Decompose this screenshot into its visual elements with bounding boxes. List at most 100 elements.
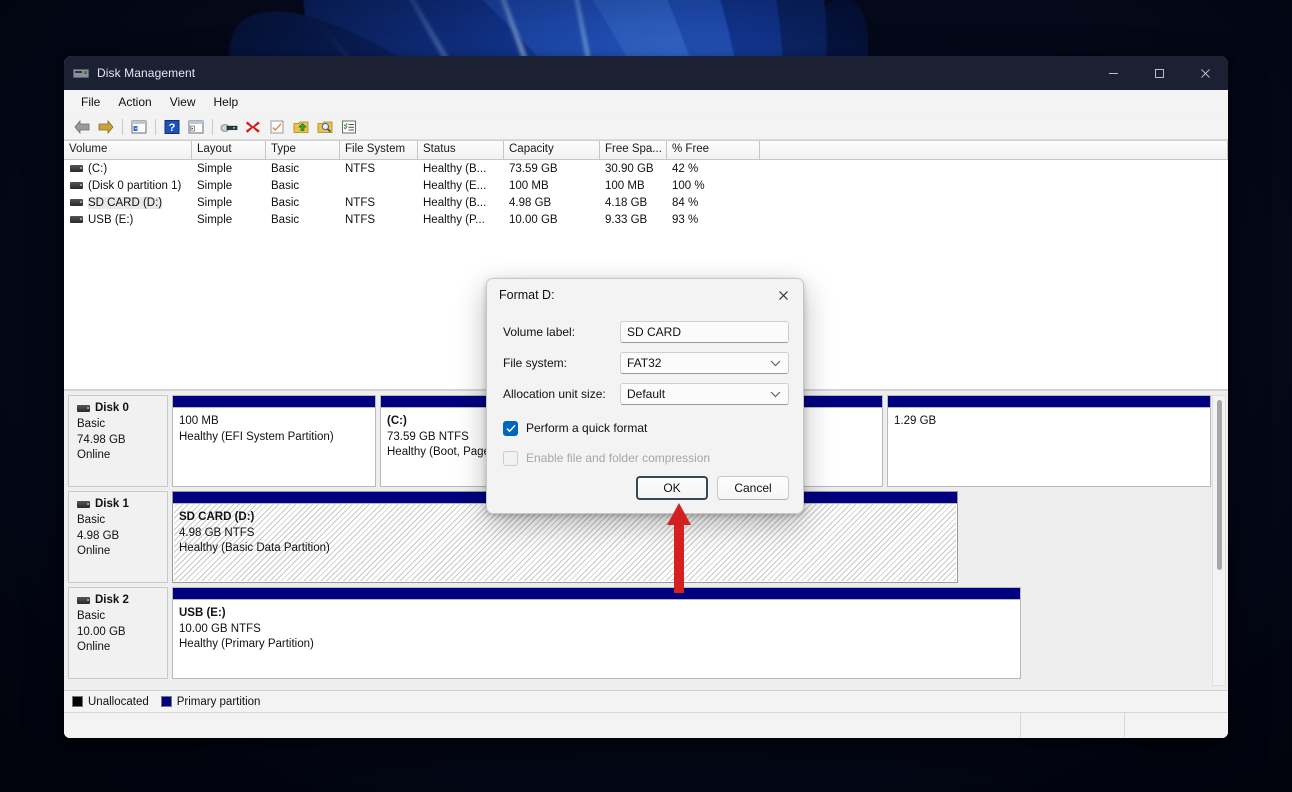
- delete-icon[interactable]: [241, 116, 265, 138]
- properties-icon[interactable]: [217, 116, 241, 138]
- close-icon[interactable]: [763, 279, 803, 311]
- disk-size: 4.98 GB: [77, 529, 120, 542]
- partition-block[interactable]: USB (E:) 10.00 GB NTFS Healthy (Primary Pa…: [172, 587, 1021, 679]
- chevron-down-icon[interactable]: [770, 354, 781, 372]
- disk-info[interactable]: Disk 0 Basic 74.98 GB Online: [68, 395, 168, 487]
- disk-name-label: Disk 1: [95, 498, 129, 510]
- ok-button[interactable]: OK: [636, 476, 708, 500]
- partition-block[interactable]: 100 MB Healthy (EFI System Partition): [172, 395, 376, 487]
- show-hide-console-tree-icon[interactable]: [127, 116, 151, 138]
- cell-status: Healthy (B...: [423, 196, 487, 209]
- disk-row: Disk 2 Basic 10.00 GB Online USB (E:) 10.00 G…: [68, 587, 1228, 679]
- window-controls: [1090, 56, 1228, 90]
- partition-label: USB (E:): [179, 607, 226, 619]
- enable-compression-checkbox: Enable file and folder compression: [503, 447, 789, 469]
- partition-size: 10.00 GB NTFS: [179, 622, 261, 635]
- maximize-icon[interactable]: [1136, 56, 1182, 90]
- scrollbar-thumb[interactable]: [1217, 400, 1222, 570]
- partition-text: SD CARD (D:) 4.98 GB NTFS Healthy (Basic D…: [173, 504, 957, 582]
- file-system-select[interactable]: FAT32: [620, 352, 789, 374]
- volume-column-header[interactable]: Layout: [192, 141, 266, 159]
- cancel-button[interactable]: Cancel: [717, 476, 789, 500]
- volume-label: USB (E:): [88, 213, 134, 226]
- legend-swatch: [72, 696, 83, 707]
- dialog-field-row: Allocation unit size: Default: [503, 379, 789, 409]
- volume-label-field[interactable]: SD CARD: [620, 321, 789, 343]
- volume-cell: USB (E:): [64, 214, 192, 226]
- partition-block[interactable]: 1.29 GB: [887, 395, 1211, 487]
- window-titlebar: Disk Management: [64, 56, 1228, 90]
- cell-type: Basic: [271, 213, 300, 226]
- close-icon[interactable]: [1182, 56, 1228, 90]
- show-hide-action-pane-icon[interactable]: [184, 116, 208, 138]
- help-icon[interactable]: ?: [160, 116, 184, 138]
- volume-column-header[interactable]: Volume: [64, 141, 192, 159]
- partition-text: 1.29 GB: [888, 408, 1210, 486]
- disk-type: Basic: [77, 610, 106, 622]
- back-icon[interactable]: [70, 116, 94, 138]
- table-row[interactable]: (Disk 0 partition 1) Simple Basic Healthy (…: [64, 177, 1228, 194]
- disk-type: Basic: [77, 514, 106, 526]
- cell-layout: Simple: [197, 196, 233, 209]
- volume-column-header[interactable]: % Free: [667, 141, 760, 159]
- list-view-icon[interactable]: [337, 116, 361, 138]
- status-bar: [64, 712, 1228, 738]
- legend-item: Primary partition: [160, 695, 261, 708]
- volume-column-header[interactable]: Free Spa...: [600, 141, 667, 159]
- disk-icon: [77, 500, 90, 508]
- field-value: FAT32: [627, 356, 662, 370]
- volume-column-header[interactable]: Capacity: [504, 141, 600, 159]
- field-label: File system:: [503, 356, 568, 370]
- cell-filesystem: NTFS: [345, 196, 376, 209]
- partition-status: Healthy (EFI System Partition): [179, 430, 334, 443]
- table-row[interactable]: SD CARD (D:) Simple Basic NTFS Healthy (B...…: [64, 194, 1228, 211]
- checkbox-label: Perform a quick format: [526, 421, 648, 435]
- menu-action[interactable]: Action: [109, 92, 160, 112]
- volume-column-header[interactable]: Status: [418, 141, 504, 159]
- forward-icon[interactable]: [94, 116, 118, 138]
- partition-color-bar: [173, 396, 375, 408]
- partition-status: Healthy (Primary Partition): [179, 638, 314, 650]
- search-volume-icon[interactable]: [313, 116, 337, 138]
- volume-column-header[interactable]: File System: [340, 141, 418, 159]
- legend-label: Primary partition: [176, 695, 261, 708]
- volume-column-header[interactable]: [760, 141, 1228, 159]
- disk-panel-scrollbar[interactable]: [1212, 395, 1226, 686]
- checkbox-box[interactable]: [503, 420, 518, 436]
- menu-help[interactable]: Help: [205, 92, 248, 112]
- toolbar: ?: [64, 114, 1228, 140]
- volume-cell: SD CARD (D:): [64, 196, 192, 209]
- disk-type: Basic: [77, 418, 106, 430]
- volume-column-header[interactable]: Type: [266, 141, 340, 159]
- extend-volume-icon[interactable]: [289, 116, 313, 138]
- disk-info[interactable]: Disk 2 Basic 10.00 GB Online: [68, 587, 168, 679]
- quick-format-checkbox[interactable]: Perform a quick format: [503, 417, 789, 439]
- field-value: SD CARD: [627, 325, 682, 339]
- cell-capacity: 10.00 GB: [509, 213, 558, 226]
- chevron-down-icon[interactable]: [770, 385, 781, 403]
- cell-filesystem: NTFS: [345, 213, 376, 226]
- dialog-field-row: Volume label: SD CARD: [503, 317, 789, 347]
- allocation-unit-size-select[interactable]: Default: [620, 383, 789, 405]
- rescan-disks-icon[interactable]: [265, 116, 289, 138]
- disk-info[interactable]: Disk 1 Basic 4.98 GB Online: [68, 491, 168, 583]
- cell-status: Healthy (E...: [423, 179, 487, 192]
- field-label: Allocation unit size:: [503, 387, 606, 401]
- partition-text: USB (E:) 10.00 GB NTFS Healthy (Primary Pa…: [173, 600, 1020, 678]
- menu-file[interactable]: File: [72, 92, 109, 112]
- disk-size: 74.98 GB: [77, 433, 126, 446]
- menu-bar: File Action View Help: [64, 90, 1228, 114]
- cell-type: Basic: [271, 179, 300, 192]
- dialog-buttons: OK Cancel: [636, 476, 789, 500]
- table-row[interactable]: (C:) Simple Basic NTFS Healthy (B... 73.59 GB…: [64, 160, 1228, 177]
- cell-free: 9.33 GB: [605, 213, 648, 226]
- volume-label: SD CARD (D:): [88, 196, 163, 209]
- minimize-icon[interactable]: [1090, 56, 1136, 90]
- cell-pctfree: 42 %: [672, 162, 699, 175]
- volume-label: (Disk 0 partition 1): [88, 179, 182, 192]
- checkbox-box: [503, 450, 518, 466]
- table-row[interactable]: USB (E:) Simple Basic NTFS Healthy (P... 10.0…: [64, 211, 1228, 228]
- menu-view[interactable]: View: [161, 92, 205, 112]
- field-label: Volume label:: [503, 325, 576, 339]
- disk-partitions: USB (E:) 10.00 GB NTFS Healthy (Primary Pa…: [168, 587, 1228, 679]
